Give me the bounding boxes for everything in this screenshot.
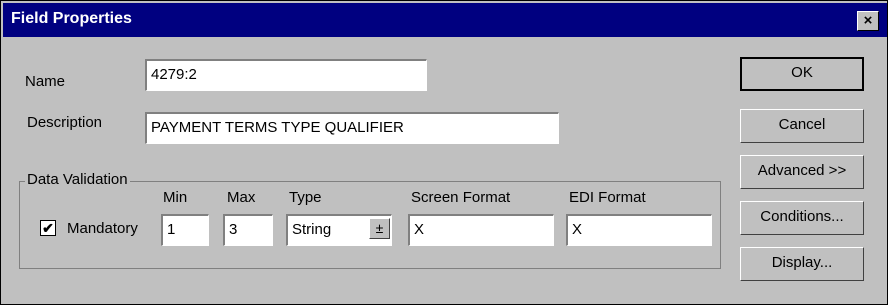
mandatory-checkbox[interactable]: ✔ [40, 220, 56, 236]
description-label: Description [27, 114, 103, 131]
edi-format-input[interactable]: X [566, 214, 712, 246]
name-label: Name [25, 73, 66, 90]
cancel-button[interactable]: Cancel [740, 109, 864, 143]
data-validation-title: Data Validation [25, 171, 130, 188]
title-bar[interactable]: Field Properties × [3, 3, 887, 37]
display-button[interactable]: Display... [740, 247, 864, 281]
advanced-button[interactable]: Advanced >> [740, 155, 864, 189]
type-label: Type [289, 189, 322, 206]
ok-button[interactable]: OK [740, 57, 864, 91]
max-label: Max [227, 189, 256, 206]
window-title: Field Properties [11, 10, 132, 27]
name-input[interactable]: 4279:2 [145, 59, 427, 91]
field-properties-dialog: Field Properties × Name 4279:2 Descripti… [0, 0, 888, 305]
dropdown-arrow-icon[interactable]: ± [369, 218, 390, 239]
screen-format-label: Screen Format [411, 189, 511, 206]
mandatory-label: Mandatory [67, 220, 138, 237]
min-input[interactable]: 1 [161, 214, 209, 246]
close-icon[interactable]: × [857, 11, 879, 31]
edi-format-label: EDI Format [569, 189, 646, 206]
max-input[interactable]: 3 [223, 214, 273, 246]
conditions-button[interactable]: Conditions... [740, 201, 864, 235]
screen-format-input[interactable]: X [408, 214, 554, 246]
description-input[interactable]: PAYMENT TERMS TYPE QUALIFIER [145, 112, 559, 144]
min-label: Min [163, 189, 188, 206]
